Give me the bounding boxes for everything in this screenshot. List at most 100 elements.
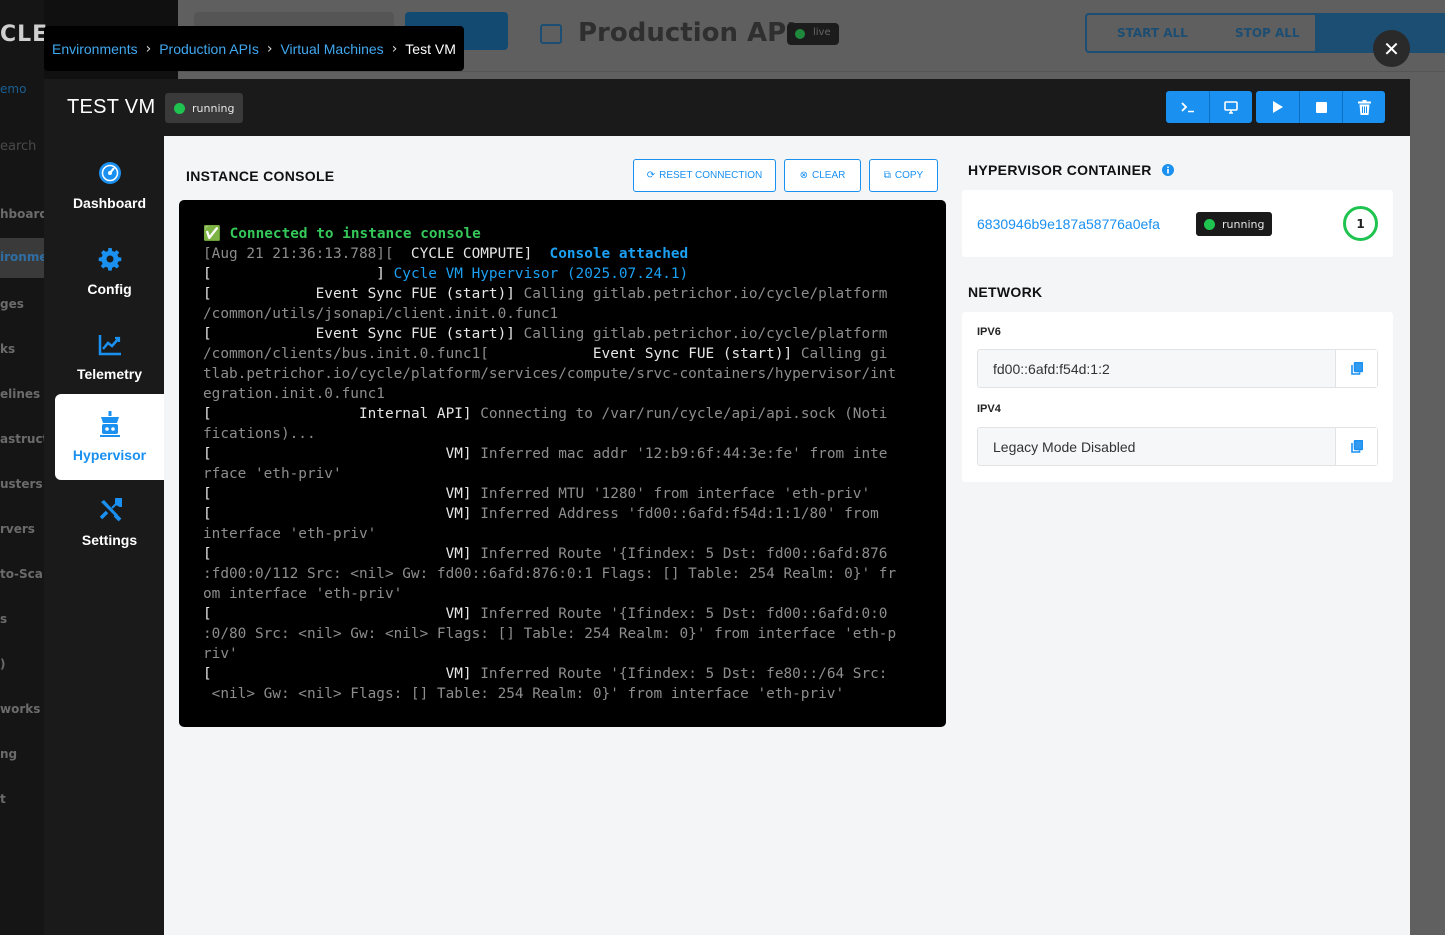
background-logo: CLE (0, 22, 49, 47)
console-line: VM] (211, 446, 472, 462)
chevron-right-icon: › (391, 40, 398, 57)
console-line: /common/utils/jsonapi/client.init.0.func… (203, 306, 559, 322)
copy-ipv4-button[interactable] (1335, 428, 1377, 465)
background-nav-item: ng (0, 747, 18, 761)
container-state-label: running (1222, 217, 1265, 231)
sidebar-item-dashboard[interactable]: Dashboard (55, 143, 164, 229)
breadcrumb-production-apis[interactable]: Production APIs (159, 41, 259, 57)
console-line: <nil> Gw: <nil> Flags: [] Table: 254 Rea… (203, 686, 845, 702)
console-line: Calling gi (792, 346, 888, 362)
background-nav-item: to-Sca (0, 567, 43, 581)
console-line: riv' (203, 646, 238, 662)
console-line: VM] (211, 606, 472, 622)
background-hub-name: emo (0, 82, 27, 96)
background-nav-item-active: ironme (0, 238, 47, 278)
console-line: [ (203, 546, 212, 562)
console-button[interactable] (1166, 91, 1209, 123)
container-id-link[interactable]: 6830946b9e187a58776a0efa (977, 216, 1160, 232)
trash-icon (1357, 99, 1371, 115)
console-line: Console attached (532, 246, 689, 262)
monitor-icon (1224, 100, 1238, 114)
stop-button[interactable] (1299, 91, 1342, 123)
background-nav-item: ks (0, 342, 16, 356)
gear-icon (98, 248, 121, 271)
console-line: Internal API] (211, 406, 472, 422)
console-output[interactable]: ✅ Connected to instance console [Aug 21 … (179, 200, 946, 727)
console-line: Inferred Route '{Ifindex: 5 Dst: fd00::6… (471, 606, 888, 622)
background-live-badge: live (787, 23, 839, 45)
power-button-group (1256, 91, 1385, 123)
play-icon (1272, 101, 1283, 113)
chevron-right-icon: › (145, 40, 152, 57)
sidebar-item-label: Config (87, 281, 132, 297)
environment-icon (540, 24, 562, 44)
clear-button[interactable]: ⊗ CLEAR (784, 159, 861, 192)
background-start-all: START ALL (1117, 26, 1188, 40)
close-modal-button[interactable]: ✕ (1373, 30, 1410, 67)
delete-button[interactable] (1342, 91, 1385, 123)
background-nav-item: s (0, 612, 8, 626)
close-icon: ✕ (1383, 36, 1400, 61)
copy-button[interactable]: ⧉ COPY (869, 159, 938, 192)
copy-ipv6-button[interactable] (1335, 350, 1377, 387)
ipv6-field: fd00::6afd:f54d:1:2 (977, 349, 1378, 388)
console-line: VM] (211, 546, 472, 562)
console-line: [ (203, 286, 212, 302)
console-line: Connected to instance console (229, 226, 481, 242)
background-page-title: Production APIs (578, 18, 812, 48)
console-line: egration.init.0.func1 (203, 386, 385, 402)
background-nav-item: usters (0, 477, 43, 491)
background-nav-item: hboard (0, 207, 48, 221)
breadcrumb-environments[interactable]: Environments (52, 41, 138, 57)
background-live-label: live (813, 27, 831, 38)
sidebar-item-label: Dashboard (72, 195, 147, 211)
console-line: /common/clients/bus.init.0.func1[ (203, 346, 489, 362)
console-line: Calling gitlab.petrichor.io/cycle/platfo… (514, 326, 888, 342)
sidebar-item-hypervisor[interactable]: Hypervisor (55, 394, 164, 480)
console-line: [Aug 21 21:36:13.788][ (203, 246, 394, 262)
console-line: Inferred mac addr '12:b9:6f:44:3e:fe' fr… (471, 446, 888, 462)
console-line: [ (203, 446, 212, 462)
sidebar-item-telemetry[interactable]: Telemetry (55, 315, 164, 401)
breadcrumb-current: Test VM (405, 40, 456, 57)
gauge-icon (98, 162, 121, 184)
sidebar-item-label: Telemetry (76, 366, 143, 382)
console-line: Inferred Route '{Ifindex: 5 Dst: fe80::/… (471, 666, 888, 682)
display-button[interactable] (1209, 91, 1252, 123)
vm-state-label: running (192, 101, 235, 115)
background-rail: CLE emo earch hboard ironme ges ks eline… (0, 0, 48, 935)
console-line: interface 'eth-priv' (203, 526, 377, 542)
console-line: [ (203, 606, 212, 622)
start-button[interactable] (1256, 91, 1299, 123)
console-line: [ (203, 506, 212, 522)
copy-icon (1350, 440, 1363, 453)
info-icon[interactable] (1161, 164, 1174, 176)
hypervisor-panel: INSTANCE CONSOLE ⟳ RESET CONNECTION ⊗ CLEA… (164, 136, 1410, 935)
modal-header: TEST VM running (44, 79, 1410, 136)
ipv4-label: IPV4 (977, 403, 1001, 415)
ipv6-value[interactable]: fd00::6afd:f54d:1:2 (993, 361, 1110, 377)
console-line: Connecting to /var/run/cycle/api/api.soc… (471, 406, 888, 422)
sidebar-item-settings[interactable]: Settings (55, 480, 164, 566)
console-line: Inferred MTU '1280' from interface 'eth-… (471, 486, 871, 502)
state-dot-icon (174, 102, 185, 114)
sidebar-item-config[interactable]: Config (55, 229, 164, 315)
hypervisor-icon (99, 411, 120, 437)
vm-modal: TEST VM running Dashboard Config Telemet… (44, 79, 1410, 935)
breadcrumb-virtual-machines[interactable]: Virtual Machines (280, 41, 383, 57)
background-stop-all: STOP ALL (1235, 26, 1300, 40)
console-line: :fd00:0/112 Src: <nil> Gw: fd00::6afd:87… (203, 566, 897, 582)
console-line: Event Sync FUE (start)] (211, 286, 515, 302)
ipv4-value[interactable]: Legacy Mode Disabled (993, 439, 1135, 455)
console-line: :0/80 Src: <nil> Gw: <nil> Flags: [] Tab… (203, 626, 897, 642)
view-button-group (1166, 91, 1252, 123)
console-line: fications)... (203, 426, 316, 442)
console-line: [ (203, 666, 212, 682)
reset-connection-button[interactable]: ⟳ RESET CONNECTION (633, 159, 776, 192)
modal-sidebar: Dashboard Config Telemetry Hypervisor Se… (44, 136, 164, 935)
background-nav-item: t (0, 792, 6, 806)
vm-state-badge: running (165, 93, 244, 123)
vm-title: TEST VM (67, 96, 156, 118)
console-line: Inferred Route '{Ifindex: 5 Dst: fd00::6… (471, 546, 888, 562)
background-nav-item: ) (0, 657, 6, 671)
